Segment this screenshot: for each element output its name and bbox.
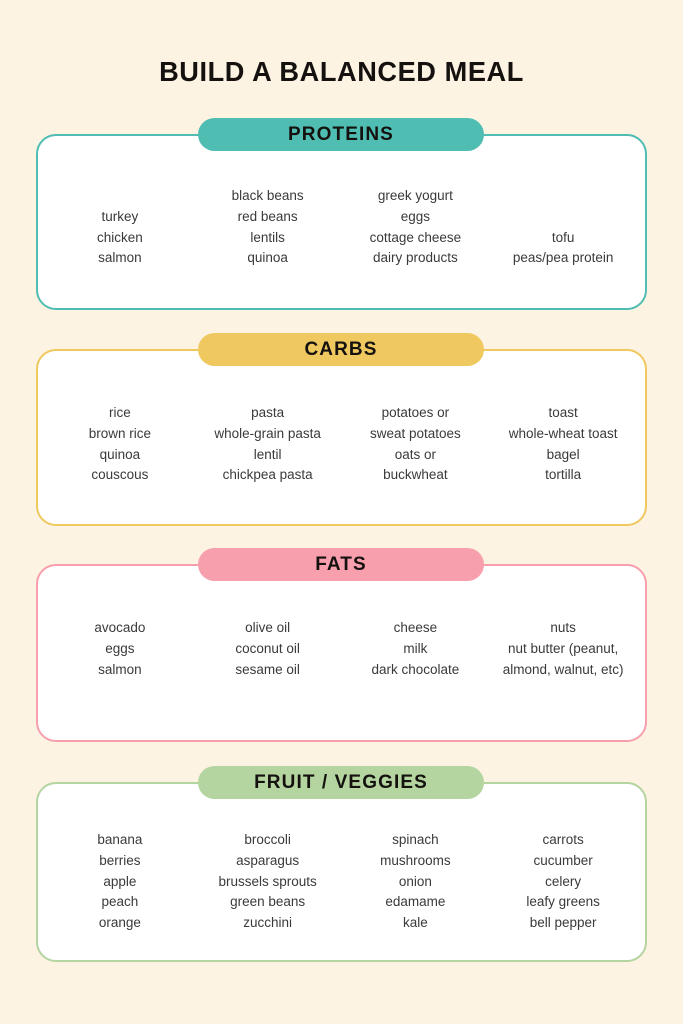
column: tofu peas/pea protein [489, 228, 637, 270]
list-item: whole-wheat toast [508, 425, 618, 441]
list-item: carrots [542, 832, 584, 847]
list-item: lentils [250, 229, 285, 245]
list-item: avocado [94, 620, 146, 635]
list-item: tortilla [545, 467, 582, 483]
list-item: mushrooms [380, 852, 451, 868]
section-columns-proteins: turkey chicken salmon black beans red be… [38, 136, 645, 269]
list-item: spinach [392, 832, 439, 847]
page-title: BUILD A BALANCED MEAL [159, 56, 524, 87]
list-item: sweat potatoes [369, 425, 461, 441]
column: turkey chicken salmon [46, 207, 194, 269]
section-header-label: CARBS [304, 339, 378, 360]
list-item: couscous [91, 467, 149, 483]
column: spinach mushrooms onion edamame kale [342, 830, 490, 934]
infographic-page: BUILD A BALANCED MEAL turkey chicken sal… [0, 0, 683, 1024]
list-item: cucumber [533, 852, 593, 868]
list-item: leafy greens [526, 894, 600, 910]
list-item: almond, walnut, etc) [502, 661, 624, 677]
section-header-pill-fats: FATS [198, 548, 484, 581]
column: nuts nut butter (peanut, almond, walnut,… [489, 618, 637, 680]
column: olive oil coconut oil sesame oil [194, 618, 342, 680]
list-item: banana [97, 832, 143, 847]
list-item: olive oil [245, 620, 291, 635]
list-item: black beans [231, 188, 304, 203]
section-header-label: FRUIT / VEGGIES [254, 772, 428, 793]
list-item: toast [548, 405, 578, 420]
column: avocado eggs salmon [46, 618, 194, 680]
list-item: eggs [400, 208, 431, 224]
list-item: coconut oil [235, 640, 300, 656]
list-item: bagel [546, 446, 580, 462]
list-item: brussels sprouts [218, 873, 317, 889]
list-item: greek yogurt [377, 188, 453, 203]
column: rice brown rice quinoa couscous [46, 403, 194, 486]
section-header-label: FATS [315, 554, 367, 575]
list-item: nut butter (peanut, [507, 640, 619, 656]
section-header-pill-carbs: CARBS [198, 333, 484, 366]
section-card-fats: avocado eggs salmon olive oil coconut oi… [36, 564, 647, 742]
list-item: celery [545, 873, 582, 889]
section-card-proteins: turkey chicken salmon black beans red be… [36, 134, 647, 310]
section-header-pill-proteins: PROTEINS [198, 118, 484, 151]
list-item: quinoa [247, 250, 288, 266]
column: carrots cucumber celery leafy greens bel… [489, 830, 637, 934]
list-item: green beans [230, 894, 306, 910]
section-columns-fats: avocado eggs salmon olive oil coconut oi… [38, 566, 645, 680]
list-item: eggs [105, 640, 135, 656]
column: toast whole-wheat toast bagel tortilla [489, 403, 637, 486]
section-header-pill-fruit-veggies: FRUIT / VEGGIES [198, 766, 484, 799]
column: cheese milk dark chocolate [342, 618, 490, 680]
list-item: quinoa [99, 446, 141, 462]
list-item: rice [108, 405, 131, 420]
list-item: peach [101, 894, 139, 910]
column: black beans red beans lentils quinoa [194, 186, 342, 269]
list-item: salmon [98, 661, 142, 677]
list-item: cheese [393, 620, 438, 635]
list-item: nuts [550, 620, 576, 635]
column: broccoli asparagus brussels sprouts gree… [194, 830, 342, 934]
list-item: salmon [98, 250, 142, 266]
section-columns-fruit-veggies: banana berries apple peach orange brocco… [38, 784, 645, 934]
section-header-label: PROTEINS [288, 124, 394, 145]
list-item: onion [398, 873, 432, 889]
list-item: apple [103, 873, 137, 889]
column: pasta whole-grain pasta lentil chickpea … [194, 403, 342, 486]
list-item: berries [99, 852, 141, 868]
list-item: pasta [251, 405, 285, 420]
list-item: brown rice [88, 425, 152, 441]
section-card-fruit-veggies: banana berries apple peach orange brocco… [36, 782, 647, 962]
column: greek yogurt eggs cottage cheese dairy p… [342, 186, 490, 269]
column: banana berries apple peach orange [46, 830, 194, 934]
column: potatoes or sweat potatoes oats or buckw… [342, 403, 490, 486]
list-item: orange [98, 915, 141, 931]
list-item: oats or [394, 446, 437, 462]
list-item: tofu [551, 229, 575, 245]
list-item: red beans [237, 208, 298, 224]
list-item: turkey [101, 208, 139, 224]
list-item: zucchini [243, 915, 293, 931]
list-item: asparagus [236, 852, 300, 868]
list-item: lentil [253, 446, 282, 462]
list-item: whole-grain pasta [214, 425, 321, 441]
list-item: cottage cheese [369, 229, 462, 245]
list-item: chickpea pasta [222, 467, 313, 483]
list-item: potatoes or [381, 405, 450, 420]
section-columns-carbs: rice brown rice quinoa couscous pasta wh… [38, 351, 645, 486]
list-item: bell pepper [529, 915, 597, 931]
list-item: broccoli [244, 832, 291, 847]
section-card-carbs: rice brown rice quinoa couscous pasta wh… [36, 349, 647, 526]
list-item: milk [403, 640, 428, 656]
list-item: dark chocolate [371, 661, 460, 677]
list-item: sesame oil [235, 661, 300, 677]
list-item: kale [402, 915, 428, 931]
list-item: edamame [385, 894, 446, 910]
list-item: peas/pea protein [512, 250, 614, 266]
list-item: buckwheat [383, 467, 448, 483]
list-item: dairy products [372, 250, 458, 266]
list-item: chicken [96, 229, 143, 245]
